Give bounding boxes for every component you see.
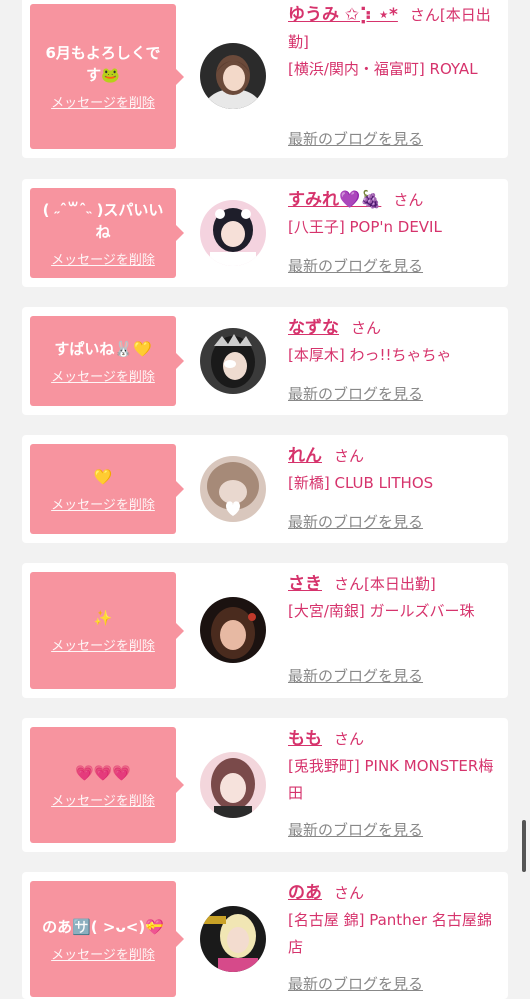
message-card: 6月もよろしくです🐸 メッセージを削除 ゆうみ ✩︎⡱ ⋆* さん[本日出勤] [… bbox=[22, 0, 508, 158]
latest-blog-link[interactable]: 最新のブログを見る bbox=[288, 383, 423, 404]
shop-text: [八王子] POP'n DEVIL bbox=[288, 218, 442, 236]
message-card: 💗💗💗 メッセージを削除 もも さん [兎我野町] PINK MONSTER梅田 … bbox=[22, 718, 508, 852]
avatar[interactable] bbox=[200, 43, 266, 109]
cast-name-link[interactable]: すみれ💜🍇 bbox=[288, 190, 381, 210]
message-bubble: すぱいね🐰💛 メッセージを削除 bbox=[30, 316, 184, 406]
cast-name-link[interactable]: さき bbox=[288, 574, 322, 594]
latest-blog-link[interactable]: 最新のブログを見る bbox=[288, 511, 423, 532]
message-text: のあ🈂️( >ᴗ<)💝 bbox=[42, 917, 164, 936]
shop-text: [兎我野町] PINK MONSTER梅田 bbox=[288, 757, 494, 802]
cast-info: のあ さん [名古屋 錦] Panther 名古屋錦店 bbox=[288, 880, 500, 961]
message-bubble: 6月もよろしくです🐸 メッセージを削除 bbox=[30, 4, 184, 149]
shop-text: [横浜/関内・福富町] ROYAL bbox=[288, 60, 478, 78]
message-bubble: 💗💗💗 メッセージを削除 bbox=[30, 727, 184, 843]
shop-text: [新橋] CLUB LITHOS bbox=[288, 474, 434, 492]
avatar[interactable] bbox=[200, 597, 266, 663]
message-bubble: ( ˶ˆ꒳ˆ˵ )スパいいね メッセージを削除 bbox=[30, 188, 184, 278]
cast-info: なずな さん [本厚木] わっ!!ちゃちゃ bbox=[288, 315, 500, 369]
message-text: ( ˶ˆ꒳ˆ˵ )スパいいね bbox=[42, 200, 164, 241]
shop-text: [本厚木] わっ!!ちゃちゃ bbox=[288, 346, 452, 364]
honorific: さん bbox=[334, 884, 365, 902]
avatar[interactable] bbox=[200, 328, 266, 394]
cast-info: れん さん [新橋] CLUB LITHOS bbox=[288, 443, 500, 497]
message-text: すぱいね🐰💛 bbox=[54, 339, 152, 358]
message-card: すぱいね🐰💛 メッセージを削除 なずな さん [本厚木] わっ!!ちゃちゃ 最新の… bbox=[22, 307, 508, 415]
avatar[interactable] bbox=[200, 906, 266, 972]
honorific: さん bbox=[334, 447, 365, 465]
shop-text: [名古屋 錦] Panther 名古屋錦店 bbox=[288, 911, 492, 956]
cast-name-link[interactable]: もも bbox=[288, 729, 322, 749]
status-text: [本日出勤] bbox=[364, 575, 436, 593]
cast-name-link[interactable]: れん bbox=[288, 446, 322, 466]
message-card: 💛 メッセージを削除 れん さん [新橋] CLUB LITHOS 最新のブログを… bbox=[22, 435, 508, 543]
message-bubble: 💛 メッセージを削除 bbox=[30, 444, 184, 534]
message-text: 💛 bbox=[93, 467, 113, 486]
cast-name-link[interactable]: ゆうみ ✩︎⡱ ⋆* bbox=[288, 5, 398, 25]
delete-message-link[interactable]: メッセージを削除 bbox=[51, 944, 155, 963]
message-bubble: ✨ メッセージを削除 bbox=[30, 572, 184, 689]
message-card: ✨ メッセージを削除 さき さん[本日出勤] [大宮/南銀] ガールズバー珠 最新… bbox=[22, 563, 508, 698]
cast-name-link[interactable]: なずな bbox=[288, 318, 339, 338]
cast-info: すみれ💜🍇 さん [八王子] POP'n DEVIL bbox=[288, 187, 500, 241]
avatar[interactable] bbox=[200, 456, 266, 522]
message-text: ✨ bbox=[93, 609, 113, 627]
delete-message-link[interactable]: メッセージを削除 bbox=[51, 366, 155, 385]
message-text: 💗💗💗 bbox=[74, 763, 132, 782]
cast-info: ゆうみ ✩︎⡱ ⋆* さん[本日出勤] [横浜/関内・福富町] ROYAL bbox=[288, 2, 500, 83]
honorific: さん bbox=[351, 319, 382, 337]
honorific: さん bbox=[393, 191, 424, 209]
cast-info: さき さん[本日出勤] [大宮/南銀] ガールズバー珠 bbox=[288, 571, 500, 625]
delete-message-link[interactable]: メッセージを削除 bbox=[51, 92, 155, 111]
latest-blog-link[interactable]: 最新のブログを見る bbox=[288, 819, 423, 840]
avatar[interactable] bbox=[200, 200, 266, 266]
delete-message-link[interactable]: メッセージを削除 bbox=[51, 494, 155, 513]
message-card: ( ˶ˆ꒳ˆ˵ )スパいいね メッセージを削除 すみれ💜🍇 さん [八王子] PO… bbox=[22, 179, 508, 287]
cast-name-link[interactable]: のあ bbox=[288, 883, 322, 903]
avatar[interactable] bbox=[200, 752, 266, 818]
message-bubble: のあ🈂️( >ᴗ<)💝 メッセージを削除 bbox=[30, 881, 184, 997]
scrollbar[interactable] bbox=[522, 820, 526, 872]
message-card: のあ🈂️( >ᴗ<)💝 メッセージを削除 のあ さん [名古屋 錦] Panthe… bbox=[22, 872, 508, 999]
honorific: さん bbox=[334, 575, 365, 593]
cast-info: もも さん [兎我野町] PINK MONSTER梅田 bbox=[288, 726, 500, 807]
shop-text: [大宮/南銀] ガールズバー珠 bbox=[288, 602, 475, 620]
honorific: さん bbox=[334, 730, 365, 748]
message-text: 6月もよろしくです🐸 bbox=[45, 44, 161, 84]
delete-message-link[interactable]: メッセージを削除 bbox=[51, 790, 155, 809]
delete-message-link[interactable]: メッセージを削除 bbox=[51, 249, 155, 268]
honorific: さん bbox=[409, 6, 440, 24]
latest-blog-link[interactable]: 最新のブログを見る bbox=[288, 128, 423, 149]
latest-blog-link[interactable]: 最新のブログを見る bbox=[288, 973, 423, 994]
latest-blog-link[interactable]: 最新のブログを見る bbox=[288, 255, 423, 276]
delete-message-link[interactable]: メッセージを削除 bbox=[51, 635, 155, 654]
latest-blog-link[interactable]: 最新のブログを見る bbox=[288, 665, 423, 686]
